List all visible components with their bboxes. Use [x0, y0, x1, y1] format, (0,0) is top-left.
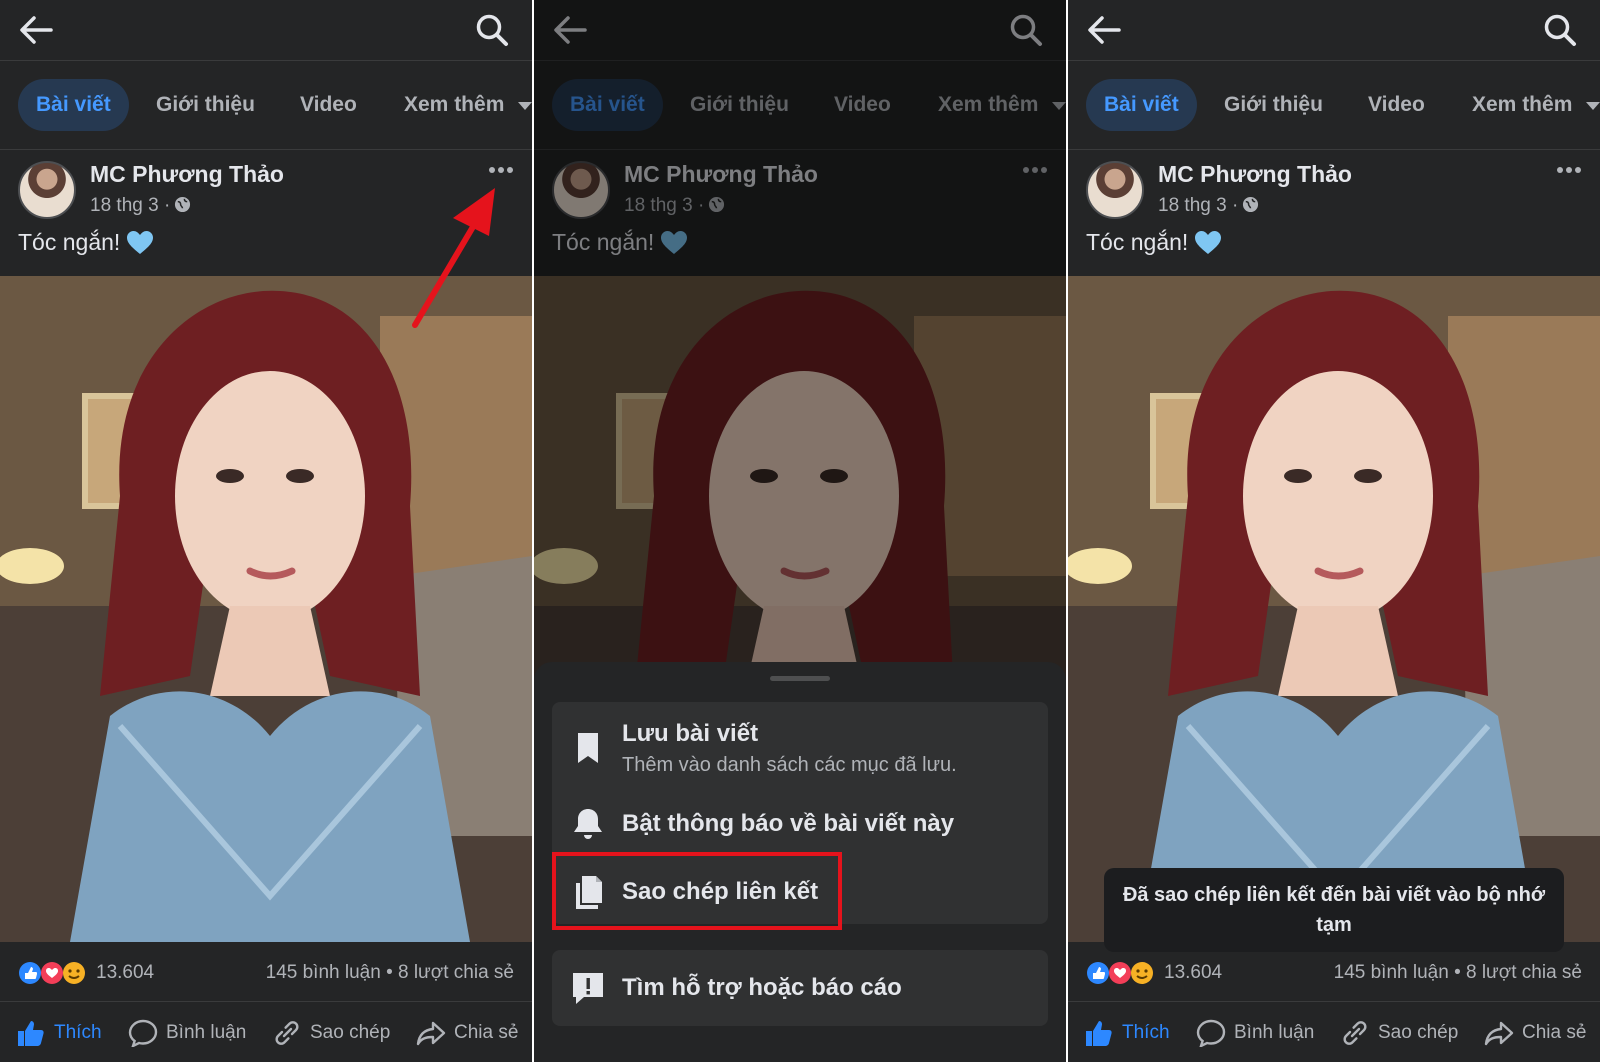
comment-button[interactable]: Bình luận [1196, 1017, 1314, 1049]
avatar[interactable] [18, 161, 76, 219]
bookmark-icon [578, 733, 598, 763]
comment-share-stats[interactable]: 145 bình luận • 8 lượt chia sẻ [266, 962, 514, 984]
comment-button[interactable]: Bình luận [128, 1017, 246, 1049]
post-caption: Tóc ngắn! [18, 229, 154, 256]
chevron-down-icon [1586, 102, 1600, 110]
options-group-report: Tìm hỗ trợ hoặc báo cáo [552, 950, 1048, 1026]
menu-item-save-post[interactable]: Lưu bài viết Thêm vào danh sách các mục … [552, 702, 1048, 794]
post-actions: Thích Bình luận Sao chép Chia sẻ [1068, 1003, 1600, 1062]
profile-tabs: Bài viết Giới thiệu Video Xem thêm [0, 60, 532, 150]
post-meta: 18 thg 3 · [1158, 195, 1259, 217]
top-bar [1068, 0, 1600, 60]
search-icon[interactable] [1542, 12, 1578, 48]
top-bar [0, 0, 532, 60]
screen-panel-2: Bài viết Giới thiệu Video Xem thêm MC Ph… [534, 0, 1066, 1062]
avatar[interactable] [1086, 161, 1144, 219]
link-icon [275, 1021, 299, 1045]
post-header: MC Phương Thảo 18 thg 3 · Tóc ngắn! [1068, 151, 1600, 276]
red-pointer-arrow-icon [412, 188, 495, 328]
blue-heart-icon [1195, 231, 1222, 254]
save-post-subtitle: Thêm vào danh sách các mục đã lưu. [622, 754, 957, 776]
copy-button[interactable]: Sao chép [1340, 1017, 1458, 1049]
photo-illustration [1068, 276, 1600, 942]
comment-label: Bình luận [1234, 1022, 1315, 1043]
post-actions: Thích Bình luận Sao chép Chia sẻ [0, 1003, 532, 1062]
like-label: Thích [54, 1022, 102, 1043]
sheet-drag-handle[interactable] [770, 676, 830, 681]
post-photo[interactable] [1068, 276, 1600, 942]
tab-about[interactable]: Giới thiệu [1224, 79, 1323, 131]
tab-more[interactable]: Xem thêm [1472, 79, 1572, 131]
chevron-down-icon [518, 102, 532, 110]
caption-text: Tóc ngắn! [18, 229, 121, 255]
copy-label: Sao chép [1378, 1022, 1459, 1043]
report-icon [573, 973, 603, 1004]
tab-posts[interactable]: Bài viết [1086, 79, 1197, 131]
link-icon [1343, 1021, 1367, 1045]
screen-panel-1: Bài viết Giới thiệu Video Xem thêm MC Ph… [0, 0, 532, 1062]
like-button[interactable]: Thích [16, 1017, 102, 1049]
menu-item-notifications[interactable]: Bật thông báo về bài viết này [552, 798, 1048, 858]
bell-icon [574, 809, 602, 839]
caption-text: Tóc ngắn! [1086, 229, 1189, 255]
blue-heart-icon [127, 231, 154, 254]
thumbs-up-icon [1086, 1021, 1112, 1046]
tab-about[interactable]: Giới thiệu [156, 79, 255, 131]
tab-video[interactable]: Video [300, 79, 357, 131]
tab-posts[interactable]: Bài viết [18, 79, 129, 131]
comment-icon [1196, 1019, 1226, 1047]
share-button[interactable]: Chia sẻ [1484, 1017, 1586, 1049]
post-author[interactable]: MC Phương Thảo [90, 161, 284, 188]
post-meta: 18 thg 3 · [90, 195, 191, 217]
post-author[interactable]: MC Phương Thảo [1158, 161, 1352, 188]
post-options-sheet: Lưu bài viết Thêm vào danh sách các mục … [534, 662, 1066, 1062]
back-arrow-icon[interactable] [1086, 14, 1122, 46]
share-label: Chia sẻ [454, 1022, 519, 1043]
reaction-icons[interactable] [18, 961, 90, 985]
copy-link-highlight [552, 852, 842, 930]
save-post-title: Lưu bài viết [622, 720, 759, 747]
report-title: Tìm hỗ trợ hoặc báo cáo [622, 974, 902, 1001]
reaction-count[interactable]: 13.604 [1164, 962, 1222, 984]
copy-button[interactable]: Sao chép [272, 1017, 390, 1049]
share-icon [1484, 1021, 1514, 1046]
back-arrow-icon[interactable] [18, 14, 54, 46]
more-options-icon[interactable] [488, 165, 514, 175]
notify-title: Bật thông báo về bài viết này [622, 810, 955, 837]
like-button[interactable]: Thích [1084, 1017, 1170, 1049]
photo-illustration [0, 276, 532, 942]
menu-item-report[interactable]: Tìm hỗ trợ hoặc báo cáo [552, 950, 1048, 1026]
reactions-bar: 13.604 145 bình luận • 8 lượt chia sẻ [0, 942, 532, 1002]
tab-video[interactable]: Video [1368, 79, 1425, 131]
comment-icon [128, 1019, 158, 1047]
profile-tabs: Bài viết Giới thiệu Video Xem thêm [1068, 60, 1600, 150]
reaction-icons[interactable] [1086, 961, 1158, 985]
share-label: Chia sẻ [1522, 1022, 1587, 1043]
copied-toast: Đã sao chép liên kết đến bài viết vào bộ… [1104, 868, 1564, 952]
comment-label: Bình luận [166, 1022, 247, 1043]
post-date: 18 thg 3 · [90, 195, 171, 216]
share-button[interactable]: Chia sẻ [416, 1017, 518, 1049]
thumbs-up-icon [18, 1021, 44, 1046]
tab-more[interactable]: Xem thêm [404, 79, 504, 131]
post-photo[interactable] [0, 276, 532, 942]
more-options-icon[interactable] [1556, 165, 1582, 175]
reaction-count[interactable]: 13.604 [96, 962, 154, 984]
share-icon [416, 1021, 446, 1046]
comment-share-stats[interactable]: 145 bình luận • 8 lượt chia sẻ [1334, 962, 1582, 984]
like-label: Thích [1122, 1022, 1170, 1043]
reactions-bar: 13.604 145 bình luận • 8 lượt chia sẻ [1068, 942, 1600, 1002]
search-icon[interactable] [474, 12, 510, 48]
post-caption: Tóc ngắn! [1086, 229, 1222, 256]
globe-icon [1243, 196, 1259, 213]
copy-label: Sao chép [310, 1022, 391, 1043]
globe-icon [175, 196, 191, 213]
post-date: 18 thg 3 · [1158, 195, 1239, 216]
screen-panel-3: Bài viết Giới thiệu Video Xem thêm MC Ph… [1068, 0, 1600, 1062]
